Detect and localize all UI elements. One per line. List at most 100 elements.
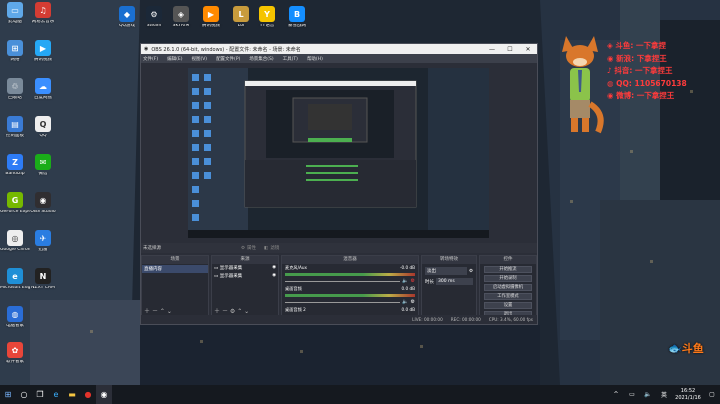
settings-button[interactable]: 设置 [484, 302, 532, 309]
source-item[interactable]: ▭ 显示器采集 ◉ [212, 272, 278, 280]
desktop-icon[interactable]: ✉ 微信 [28, 154, 58, 177]
desktop-icon[interactable]: ♫ 网易云音乐 [28, 2, 58, 25]
obs-preview[interactable] [188, 68, 489, 238]
skyrim-icon: ◈ [173, 6, 189, 22]
menu-profile[interactable]: 配置文件(P) [216, 56, 240, 62]
fox-mascot-icon [562, 36, 604, 134]
up-icon[interactable]: ⌃ [237, 308, 242, 315]
netease-music-icon: ♫ [35, 2, 51, 18]
speaker-icon[interactable]: 🔈 [402, 299, 408, 305]
source-settings-icon[interactable]: ⚙ [230, 308, 235, 315]
overlay-line: ♪ 抖音: 一下拿捏王 [607, 66, 673, 75]
network-tray-icon[interactable]: ▭ [624, 385, 640, 404]
menu-view[interactable]: 视图(V) [191, 56, 207, 62]
eye-icon[interactable]: ◉ [272, 265, 276, 271]
menu-tools[interactable]: 工具(T) [283, 56, 298, 62]
properties-button[interactable]: 属性 [247, 245, 256, 251]
desktop-icon[interactable]: Y YY语音 [252, 6, 282, 29]
obs-icon: ◉ [35, 192, 51, 208]
gear-icon[interactable]: ⚙ [411, 299, 415, 305]
obs-titlebar[interactable]: ◉ OBS 26.1.0 (64-bit, windows) - 配置文件: 未… [141, 44, 537, 54]
volume-slider[interactable] [285, 280, 401, 282]
obs-menubar: 文件(F) 编辑(E) 视图(V) 配置文件(P) 场景集合(S) 工具(T) … [141, 54, 537, 63]
desktop-icon[interactable]: ▭ 此电脑 [0, 2, 30, 25]
studio-mode-button[interactable]: 工作室模式 [484, 293, 532, 300]
filter-icon: ◧ [264, 245, 269, 251]
start-virtual-camera-button[interactable]: 启动虚拟摄像机 [484, 284, 532, 291]
desktop-icon[interactable]: ◈ SKYRIM [166, 6, 196, 29]
desktop-icon[interactable]: ▶ 腾讯视频 [28, 40, 58, 63]
source-item[interactable]: ▭ 显示器采集 ◉ [212, 264, 278, 272]
down-icon[interactable]: ⌄ [167, 308, 172, 315]
obs-window[interactable]: ◉ OBS 26.1.0 (64-bit, windows) - 配置文件: 未… [140, 43, 538, 325]
desktop-icon[interactable]: B 暴雪战网 [282, 6, 312, 29]
desktop-icon-label: 腾讯视频 [202, 24, 220, 28]
up-icon[interactable]: ⌃ [160, 308, 165, 315]
down-icon[interactable]: ⌄ [244, 308, 249, 315]
desktop-icon-label: 软件管家 [6, 360, 24, 364]
notification-icon[interactable]: ▢ [704, 385, 720, 404]
netease-music-icon[interactable]: ● [80, 385, 96, 404]
add-source-icon[interactable]: ＋ [214, 308, 220, 315]
eye-icon[interactable]: ◉ [272, 273, 276, 279]
menu-scene-collection[interactable]: 场景集合(S) [249, 56, 273, 62]
duration-input[interactable]: 300 ms [436, 278, 473, 285]
desktop-icon[interactable]: ⊞ 网络 [0, 40, 30, 63]
task-view-icon[interactable]: ❐ [32, 385, 48, 404]
windows-start-icon[interactable]: ⊞ [0, 385, 16, 404]
desktop-icon[interactable]: ◍ 电脑管家 [0, 306, 30, 329]
filters-button[interactable]: 滤镜 [270, 245, 279, 251]
desktop-icon[interactable]: ◆ QQ游戏 [112, 6, 142, 29]
desktop-icon[interactable]: ▶ 腾讯视频 [196, 6, 226, 29]
tencent-video-icon-2: ▶ [35, 40, 51, 56]
desktop-icon[interactable]: ◉ OBS Studio [28, 192, 58, 215]
start-streaming-button[interactable]: 开始推流 [484, 266, 532, 273]
desktop-icon[interactable]: Q QQ [28, 116, 58, 139]
explorer-icon[interactable]: ▬ [64, 385, 80, 404]
desktop-icon-label: Microsoft Edge [0, 286, 30, 290]
remove-source-icon[interactable]: － [222, 308, 228, 315]
start-recording-button[interactable]: 开始录制 [484, 275, 532, 282]
desktop-icon[interactable]: ☁ 百度网盘 [28, 78, 58, 101]
desktop-icon[interactable]: N NZXT CAM [28, 268, 58, 291]
gear-icon: ⚙ [241, 245, 246, 251]
track-name: 麦克风/Aux [285, 265, 307, 270]
input-language-indicator[interactable]: 英 [656, 385, 672, 404]
clock[interactable]: 16:52 2021/1/16 [672, 388, 704, 401]
desktop-icon[interactable]: ✿ 软件管家 [0, 342, 30, 365]
maximize-button[interactable]: ☐ [501, 46, 519, 53]
menu-edit[interactable]: 编辑(E) [167, 56, 182, 62]
desktop-icon-label: YY语音 [259, 24, 275, 28]
obs-icon[interactable]: ◉ [96, 385, 112, 404]
speaker-icon[interactable]: 🔈 [402, 278, 408, 284]
gear-icon[interactable]: ⚙ [411, 278, 415, 284]
transition-settings-icon[interactable]: ⚙ [469, 269, 473, 274]
desktop-icon[interactable]: e Microsoft Edge [0, 268, 30, 291]
bandizip-icon: Z [7, 154, 23, 170]
desktop-icon[interactable]: Z Bandizip [0, 154, 30, 177]
desktop-icon[interactable]: ◎ Google Chrome [0, 230, 30, 253]
desktop-icon-label: OBS Studio [30, 210, 56, 214]
desktop-icon[interactable]: ♲ 回收站 [0, 78, 30, 101]
desktop-icon[interactable]: ▤ 控制面板 [0, 116, 30, 139]
desktop-icon[interactable]: ⚙ Steam [139, 6, 169, 29]
edge-icon[interactable]: e [48, 385, 64, 404]
transition-select[interactable]: 淡出 [425, 267, 467, 275]
minimize-button[interactable]: — [483, 46, 501, 53]
desktop-icon-label: 网易云音乐 [31, 20, 55, 24]
menu-help[interactable]: 帮助(H) [307, 56, 323, 62]
search-icon[interactable]: ○ [16, 385, 32, 404]
close-button[interactable]: ✕ [519, 46, 537, 53]
yy-icon: Y [259, 6, 275, 22]
scene-tools: ＋ － ⌃ ⌄ [144, 306, 172, 315]
volume-slider[interactable] [285, 301, 401, 303]
volume-tray-icon[interactable]: 🔈 [640, 385, 656, 404]
menu-file[interactable]: 文件(F) [143, 56, 158, 62]
add-scene-icon[interactable]: ＋ [144, 308, 150, 315]
desktop-icon[interactable]: G GeForce Experience [0, 192, 30, 215]
scene-item[interactable]: 直播内容 [142, 265, 208, 273]
remove-scene-icon[interactable]: － [152, 308, 158, 315]
chevron-up-icon[interactable]: ^ [608, 385, 624, 404]
desktop-icon[interactable]: ✈ 迅雷 [28, 230, 58, 253]
xunlei-icon: ✈ [35, 230, 51, 246]
